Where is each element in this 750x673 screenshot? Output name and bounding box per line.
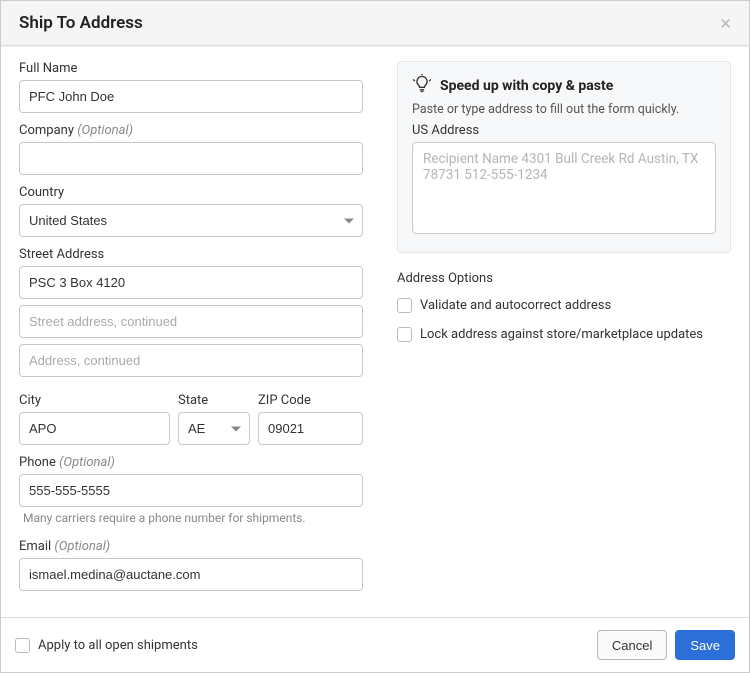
phone-input[interactable] xyxy=(19,474,363,507)
phone-helper-text: Many carriers require a phone number for… xyxy=(19,511,363,525)
full-name-label: Full Name xyxy=(19,61,363,76)
city-input[interactable] xyxy=(19,412,170,445)
apply-all-checkbox[interactable] xyxy=(15,638,30,653)
email-label: Email (Optional) xyxy=(19,539,363,554)
email-input[interactable] xyxy=(19,558,363,591)
zip-label: ZIP Code xyxy=(258,393,363,408)
lightbulb-icon xyxy=(412,74,432,98)
street2-input[interactable] xyxy=(19,305,363,338)
right-panel: Speed up with copy & paste Paste or type… xyxy=(397,61,731,609)
ship-to-address-modal: Ship To Address × Full Name Company (Opt… xyxy=(1,1,749,672)
address-form: Full Name Company (Optional) Country Str… xyxy=(19,61,363,609)
state-label: State xyxy=(178,393,250,408)
modal-header: Ship To Address × xyxy=(1,1,749,46)
full-name-input[interactable] xyxy=(19,80,363,113)
validate-label: Validate and autocorrect address xyxy=(420,298,611,313)
paste-title: Speed up with copy & paste xyxy=(440,78,613,94)
company-label: Company (Optional) xyxy=(19,123,363,138)
company-input[interactable] xyxy=(19,142,363,175)
modal-body: Full Name Company (Optional) Country Str… xyxy=(1,46,749,617)
paste-subtitle: Paste or type address to fill out the fo… xyxy=(412,102,716,117)
state-select[interactable] xyxy=(178,412,250,445)
paste-label: US Address xyxy=(412,123,716,138)
country-label: Country xyxy=(19,185,363,200)
close-icon[interactable]: × xyxy=(720,13,731,33)
city-label: City xyxy=(19,393,170,408)
country-select[interactable] xyxy=(19,204,363,237)
street-label: Street Address xyxy=(19,247,363,262)
validate-checkbox[interactable] xyxy=(397,298,412,313)
cancel-button[interactable]: Cancel xyxy=(597,630,667,660)
apply-all-row[interactable]: Apply to all open shipments xyxy=(15,638,198,653)
lock-label: Lock address against store/marketplace u… xyxy=(420,327,703,342)
lock-checkbox-row[interactable]: Lock address against store/marketplace u… xyxy=(397,327,731,342)
street3-input[interactable] xyxy=(19,344,363,377)
address-options-title: Address Options xyxy=(397,271,731,286)
phone-label: Phone (Optional) xyxy=(19,455,363,470)
lock-checkbox[interactable] xyxy=(397,327,412,342)
modal-title: Ship To Address xyxy=(19,13,143,33)
modal-footer: Apply to all open shipments Cancel Save xyxy=(1,617,749,672)
copy-paste-box: Speed up with copy & paste Paste or type… xyxy=(397,61,731,253)
paste-address-textarea[interactable] xyxy=(412,142,716,234)
save-button[interactable]: Save xyxy=(675,630,735,660)
validate-checkbox-row[interactable]: Validate and autocorrect address xyxy=(397,298,731,313)
apply-all-label: Apply to all open shipments xyxy=(38,638,198,653)
zip-input[interactable] xyxy=(258,412,363,445)
street1-input[interactable] xyxy=(19,266,363,299)
